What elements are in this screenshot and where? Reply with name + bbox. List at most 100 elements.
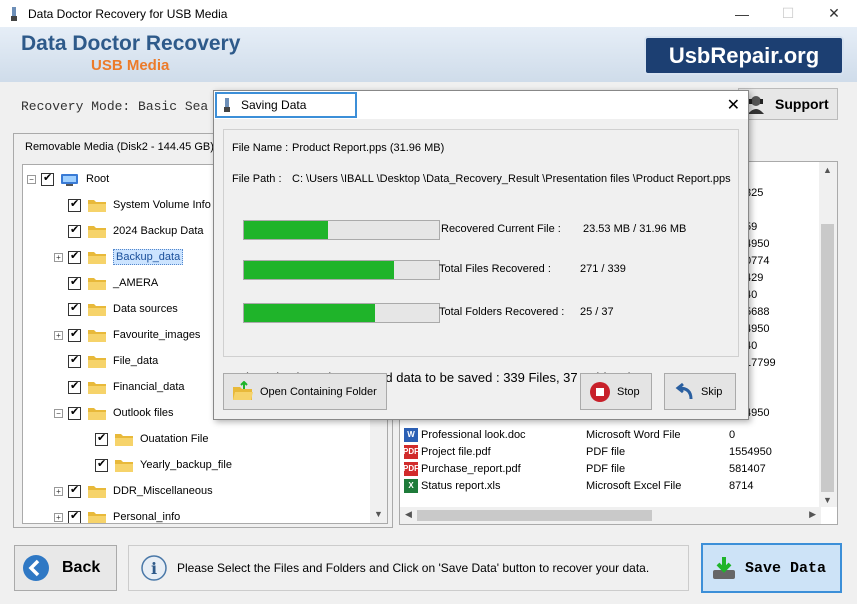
tree-item-label[interactable]: Personal_info xyxy=(113,511,180,523)
stop-label: Stop xyxy=(617,385,640,398)
tree-row[interactable]: Financial_data xyxy=(54,376,185,398)
tree-item-label[interactable]: Ouatation File xyxy=(140,433,208,445)
progress-fill xyxy=(244,221,328,239)
scroll-down-icon[interactable]: ▼ xyxy=(823,495,832,505)
stop-button[interactable]: Stop xyxy=(580,373,652,410)
media-label: Removable Media (Disk2 - 144.45 GB) xyxy=(25,141,214,153)
dialog-close-button[interactable]: ✕ xyxy=(727,95,740,115)
tree-expander-icon[interactable]: + xyxy=(54,330,63,340)
tree-item-label[interactable]: _AMERA xyxy=(113,277,158,289)
file-row[interactable]: W Professional look.doc Microsoft Word Fil… xyxy=(404,426,818,443)
tree-item-label[interactable]: Financial_data xyxy=(113,381,185,393)
file-row[interactable]: PDF Project file.pdf PDF file 1554950 xyxy=(403,443,818,460)
file-name-label: File Name : xyxy=(232,142,289,154)
minimize-button[interactable]: — xyxy=(719,0,765,27)
save-data-button[interactable]: Save Data xyxy=(701,543,842,593)
tree-row[interactable]: − Root xyxy=(27,168,109,190)
tree-item-label[interactable]: DDR_Miscellaneous xyxy=(113,485,213,497)
tree-item-label[interactable]: File_data xyxy=(113,355,158,367)
tree-checkbox[interactable] xyxy=(68,509,81,523)
scroll-right-icon[interactable]: ▶ xyxy=(809,509,816,520)
usb-dialog-icon xyxy=(224,98,230,112)
tree-checkbox[interactable] xyxy=(68,405,81,420)
back-button[interactable]: Back xyxy=(14,545,117,591)
folder-icon xyxy=(88,381,106,394)
tree-row[interactable]: − Outlook files xyxy=(54,402,174,424)
tree-row[interactable]: + Backup_data xyxy=(54,246,184,268)
tree-row[interactable]: Ouatation File xyxy=(81,428,208,450)
tree-checkbox[interactable] xyxy=(68,327,81,342)
tree-item-label[interactable]: Root xyxy=(86,173,109,185)
tree-checkbox[interactable] xyxy=(68,483,81,498)
folder-icon xyxy=(88,251,106,264)
tree-checkbox[interactable] xyxy=(68,379,81,394)
tree-row[interactable]: Data sources xyxy=(54,298,178,320)
tree-expander-icon[interactable]: + xyxy=(54,512,63,522)
scroll-down-icon[interactable]: ▼ xyxy=(374,509,383,519)
tree-checkbox[interactable] xyxy=(95,457,108,472)
file-path-value: C: \Users \IBALL \Desktop \Data_Recovery… xyxy=(292,173,731,185)
folder-icon xyxy=(88,225,106,238)
info-icon: i xyxy=(141,555,167,581)
tree-checkbox[interactable] xyxy=(68,301,81,316)
open-folder-label: Open Containing Folder xyxy=(260,385,377,398)
scroll-left-icon[interactable]: ◀ xyxy=(405,509,412,520)
file-list-hscroll[interactable]: ◀ ▶ xyxy=(400,507,821,524)
tree-item-label[interactable]: Data sources xyxy=(113,303,178,315)
site-logo[interactable]: UsbRepair.org xyxy=(644,36,844,75)
tree-item-label[interactable]: Favourite_images xyxy=(113,329,200,341)
tree-row[interactable]: File_data xyxy=(54,350,158,372)
tree-row[interactable]: Yearly_backup_file xyxy=(81,454,232,476)
window-title: Data Doctor Recovery for USB Media xyxy=(28,6,228,21)
tree-checkbox[interactable] xyxy=(68,223,81,238)
skip-button[interactable]: Skip xyxy=(664,373,736,410)
tree-item-label[interactable]: 2024 Backup Data xyxy=(113,225,204,237)
scroll-up-icon[interactable]: ▲ xyxy=(823,165,832,175)
tree-expander-icon[interactable]: + xyxy=(54,252,63,262)
folder-icon xyxy=(88,485,106,498)
folder-icon xyxy=(88,277,106,290)
tree-row[interactable]: + Personal_info xyxy=(54,506,180,523)
tree-row[interactable]: + Favourite_images xyxy=(54,324,200,346)
close-button[interactable]: ✕ xyxy=(811,0,857,27)
open-containing-folder-button[interactable]: Open Containing Folder xyxy=(223,373,387,410)
tree-checkbox[interactable] xyxy=(68,249,81,264)
progress-value: 25 / 37 xyxy=(580,306,614,318)
tree-expander-icon[interactable]: + xyxy=(54,486,63,496)
file-row[interactable]: X Status report.xls Microsoft Excel File 87… xyxy=(404,477,818,494)
file-name-value: Product Report.pps (31.96 MB) xyxy=(292,142,445,154)
folder-icon xyxy=(115,459,133,472)
maximize-button[interactable]: ☐ xyxy=(765,0,811,27)
tree-row[interactable]: _AMERA xyxy=(54,272,158,294)
recovery-mode-label: Recovery Mode: Basic Sea xyxy=(21,99,209,114)
stop-icon xyxy=(590,381,610,402)
tree-checkbox[interactable] xyxy=(68,197,81,212)
file-row[interactable]: PDF Purchase_report.pdf PDF file 581407 xyxy=(403,460,818,477)
tree-item-label[interactable]: Yearly_backup_file xyxy=(140,459,232,471)
scroll-thumb[interactable] xyxy=(821,224,834,492)
support-button[interactable]: Support xyxy=(738,88,838,120)
file-list-vscroll[interactable]: ▲ ▼ xyxy=(819,162,837,507)
tree-item-label[interactable]: System Volume Info xyxy=(113,199,211,211)
progress-fill xyxy=(244,261,395,279)
tree-row[interactable]: 2024 Backup Data xyxy=(54,220,204,242)
dialog-titlebar: Saving Data ✕ xyxy=(214,91,748,119)
tree-checkbox[interactable] xyxy=(68,353,81,368)
tree-item-label[interactable]: Outlook files xyxy=(113,407,174,419)
tree-row[interactable]: + DDR_Miscellaneous xyxy=(54,480,213,502)
window-titlebar: Data Doctor Recovery for USB Media — ☐ ✕ xyxy=(0,0,857,27)
dialog-title: Saving Data xyxy=(241,98,307,112)
brand-title: Data Doctor Recovery xyxy=(21,32,241,55)
hscroll-thumb[interactable] xyxy=(417,510,652,521)
tree-expander-icon[interactable]: − xyxy=(27,174,36,184)
tree-row[interactable]: System Volume Info xyxy=(54,194,211,216)
file-name-cell: Purchase_report.pdf xyxy=(421,462,521,475)
tree-checkbox[interactable] xyxy=(41,171,54,186)
pdf-icon: PDF xyxy=(403,461,419,476)
tree-item-label[interactable]: Backup_data xyxy=(113,249,184,265)
save-data-label: Save Data xyxy=(745,559,827,577)
tree-checkbox[interactable] xyxy=(95,431,108,446)
tree-checkbox[interactable] xyxy=(68,275,81,290)
progress-label: Total Files Recovered : xyxy=(439,263,551,275)
tree-expander-icon[interactable]: − xyxy=(54,408,63,418)
